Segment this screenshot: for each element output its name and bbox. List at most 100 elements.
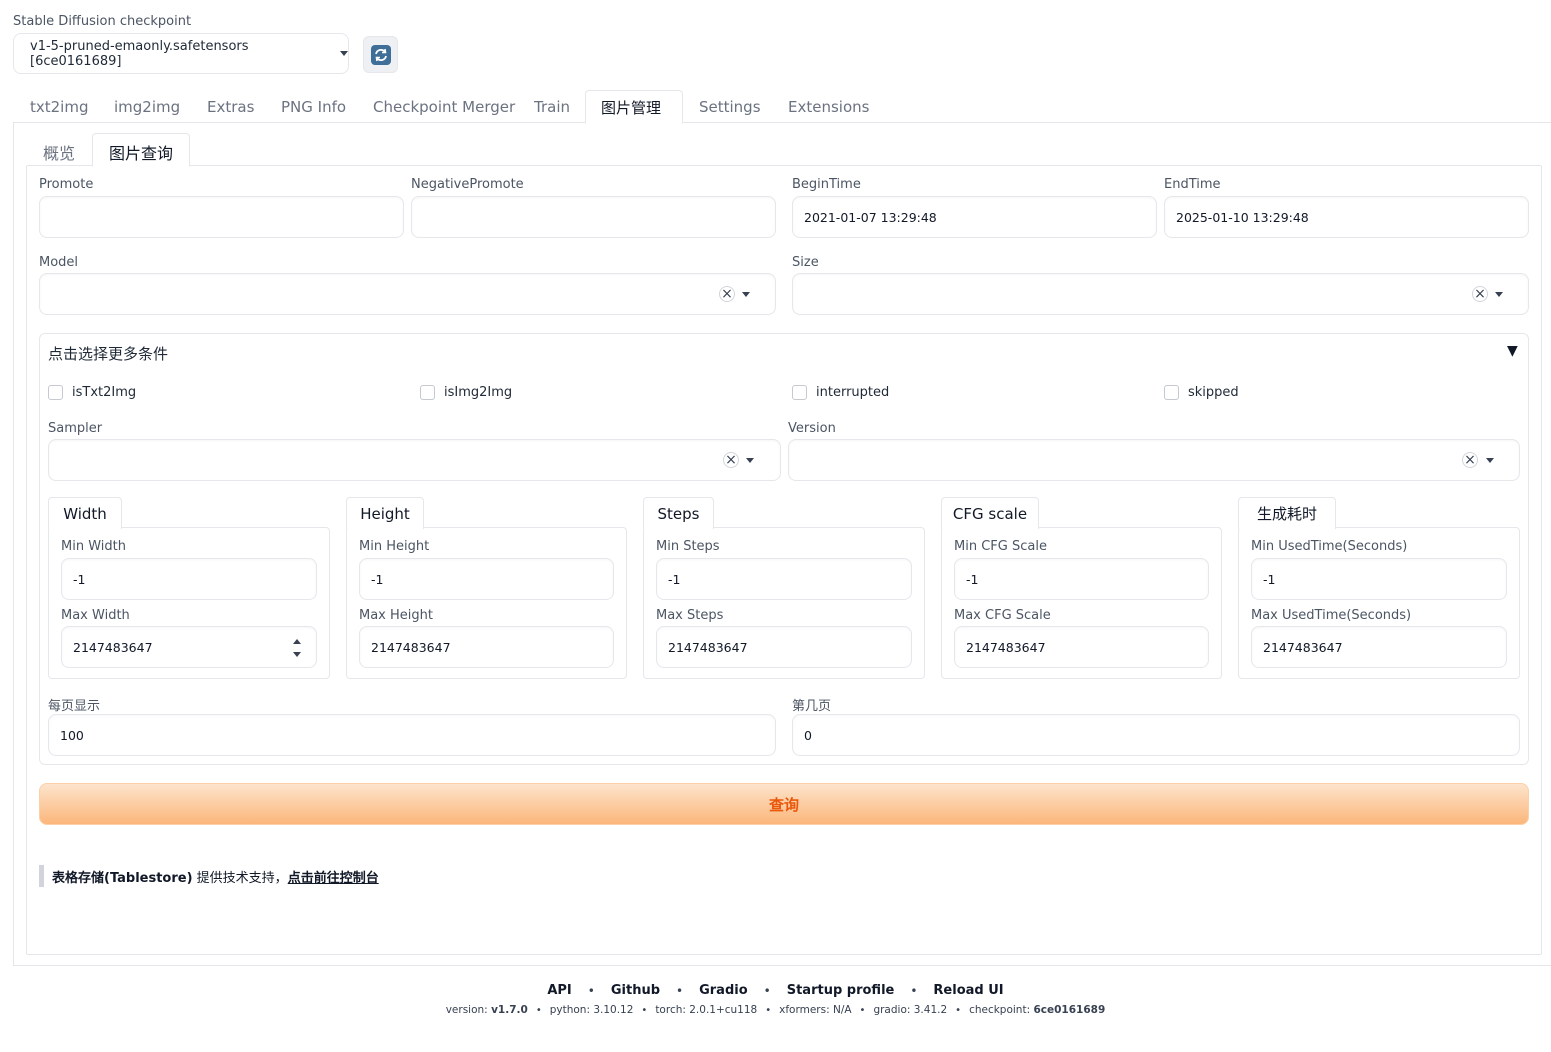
footer-link-startup-profile[interactable]: Startup profile: [787, 983, 895, 998]
per-page-input[interactable]: 100: [48, 714, 776, 756]
begin-time-label: BeginTime: [792, 177, 861, 192]
checkbox-label: isTxt2Img: [72, 385, 137, 400]
sampler-dropdown[interactable]: [48, 439, 781, 481]
page-number-input[interactable]: 0: [792, 714, 1520, 756]
min-width-label: Min Width: [61, 539, 126, 554]
tab-txt2img[interactable]: txt2img: [30, 98, 88, 116]
footer-link-reload-ui[interactable]: Reload UI: [933, 983, 1003, 998]
clear-icon[interactable]: ×: [1472, 286, 1488, 302]
max-height-input[interactable]: 2147483647: [359, 626, 614, 668]
tab-steps[interactable]: Steps: [643, 497, 714, 529]
checkpoint-value: v1-5-pruned-emaonly.safetensors [6ce0161…: [30, 38, 249, 69]
separator: •: [763, 983, 771, 998]
footer-link-api[interactable]: API: [547, 983, 571, 998]
end-time-label: EndTime: [1164, 177, 1221, 192]
footer-link-gradio[interactable]: Gradio: [699, 983, 748, 998]
clear-icon[interactable]: ×: [1462, 452, 1478, 468]
refresh-button[interactable]: [363, 36, 398, 73]
collapse-toggle-icon[interactable]: ▼: [1507, 343, 1518, 359]
max-width-input[interactable]: 2147483647: [61, 626, 317, 668]
checkbox-interrupted[interactable]: [792, 385, 807, 400]
chevron-down-icon[interactable]: [746, 458, 754, 463]
chevron-down-icon[interactable]: [293, 652, 301, 657]
tab-used-time[interactable]: 生成耗时: [1238, 497, 1336, 529]
tab-cfg-scale[interactable]: CFG scale: [941, 497, 1039, 529]
tab-extras[interactable]: Extras: [207, 98, 254, 116]
number-stepper[interactable]: [292, 639, 302, 657]
checkbox-skipped[interactable]: [1164, 385, 1179, 400]
subtab-overview[interactable]: 概览: [43, 140, 75, 164]
size-dropdown[interactable]: [792, 273, 1529, 315]
tab-image-management[interactable]: 图片管理: [601, 97, 661, 118]
version-info: version: v1.7.0 • python: 3.10.12 • torc…: [445, 1004, 1106, 1016]
negative-promote-input[interactable]: [411, 196, 776, 238]
tab-settings[interactable]: Settings: [699, 98, 761, 116]
tab-train[interactable]: Train: [534, 98, 570, 116]
end-time-input[interactable]: 2025-01-10 13:29:48: [1164, 196, 1529, 238]
max-cfg-label: Max CFG Scale: [954, 608, 1051, 623]
max-width-label: Max Width: [61, 608, 130, 623]
tab-img2img[interactable]: img2img: [114, 98, 180, 116]
max-steps-input[interactable]: 2147483647: [656, 626, 912, 668]
min-height-input[interactable]: -1: [359, 558, 614, 600]
xformers-version: xformers: N/A: [779, 1004, 852, 1016]
tab-png-info[interactable]: PNG Info: [281, 98, 346, 116]
page-number-label: 第几页: [792, 699, 832, 714]
support-description: 提供技术支持，: [192, 871, 288, 886]
footer-link-github[interactable]: Github: [611, 983, 660, 998]
query-button[interactable]: 查询: [39, 783, 1529, 825]
checkbox-label: skipped: [1188, 385, 1239, 400]
more-conditions-title[interactable]: 点击选择更多条件: [48, 343, 168, 364]
version-text: version: v1.7.0: [445, 1004, 528, 1016]
separator: •: [587, 983, 595, 998]
tab-checkpoint-merger[interactable]: Checkpoint Merger: [373, 98, 515, 116]
chevron-down-icon[interactable]: [1495, 292, 1503, 297]
per-page-label: 每页显示: [48, 699, 101, 714]
subtab-image-query[interactable]: 图片查询: [109, 140, 173, 164]
python-version: python: 3.10.12: [549, 1004, 634, 1016]
gradio-version: gradio: 3.41.2: [873, 1004, 948, 1016]
size-label: Size: [792, 255, 819, 270]
min-used-time-input[interactable]: -1: [1251, 558, 1507, 600]
tab-height[interactable]: Height: [346, 497, 424, 529]
min-steps-label: Min Steps: [656, 539, 720, 554]
checkbox-isimg2img[interactable]: [420, 385, 435, 400]
min-width-input[interactable]: -1: [61, 558, 317, 600]
min-used-time-label: Min UsedTime(Seconds): [1251, 539, 1408, 554]
max-cfg-input[interactable]: 2147483647: [954, 626, 1209, 668]
support-text: 表格存储(Tablestore) 提供技术支持，点击前往控制台: [52, 867, 379, 886]
separator: •: [910, 983, 918, 998]
min-steps-input[interactable]: -1: [656, 558, 912, 600]
promote-input[interactable]: [39, 196, 404, 238]
model-label: Model: [39, 255, 79, 270]
separator: •: [676, 983, 684, 998]
refresh-icon: [370, 44, 391, 65]
footer-links: API • Github • Gradio • Startup profile …: [0, 983, 1551, 998]
checkbox-istxt2img[interactable]: [48, 385, 63, 400]
promote-label: Promote: [39, 177, 94, 192]
checkpoint-dropdown[interactable]: v1-5-pruned-emaonly.safetensors [6ce0161…: [13, 33, 349, 74]
max-used-time-input[interactable]: 2147483647: [1251, 626, 1507, 668]
sampler-label: Sampler: [48, 421, 103, 436]
checkbox-label: isImg2Img: [444, 385, 513, 400]
tab-extensions[interactable]: Extensions: [788, 98, 869, 116]
chevron-down-icon[interactable]: [1486, 458, 1494, 463]
negative-promote-label: NegativePromote: [411, 177, 524, 192]
min-cfg-label: Min CFG Scale: [954, 539, 1047, 554]
max-used-time-label: Max UsedTime(Seconds): [1251, 608, 1412, 623]
console-link[interactable]: 点击前往控制台: [288, 871, 379, 886]
min-height-label: Min Height: [359, 539, 430, 554]
max-height-label: Max Height: [359, 608, 433, 623]
chevron-up-icon[interactable]: [293, 639, 301, 644]
min-cfg-input[interactable]: -1: [954, 558, 1209, 600]
clear-icon[interactable]: ×: [723, 452, 739, 468]
model-dropdown[interactable]: [39, 273, 776, 315]
quote-bar: [39, 865, 44, 887]
tab-width[interactable]: Width: [48, 497, 122, 529]
max-steps-label: Max Steps: [656, 608, 724, 623]
chevron-down-icon: [340, 51, 348, 56]
clear-icon[interactable]: ×: [719, 286, 735, 302]
begin-time-input[interactable]: 2021-01-07 13:29:48: [792, 196, 1157, 238]
chevron-down-icon[interactable]: [742, 292, 750, 297]
version-dropdown[interactable]: [788, 439, 1520, 481]
